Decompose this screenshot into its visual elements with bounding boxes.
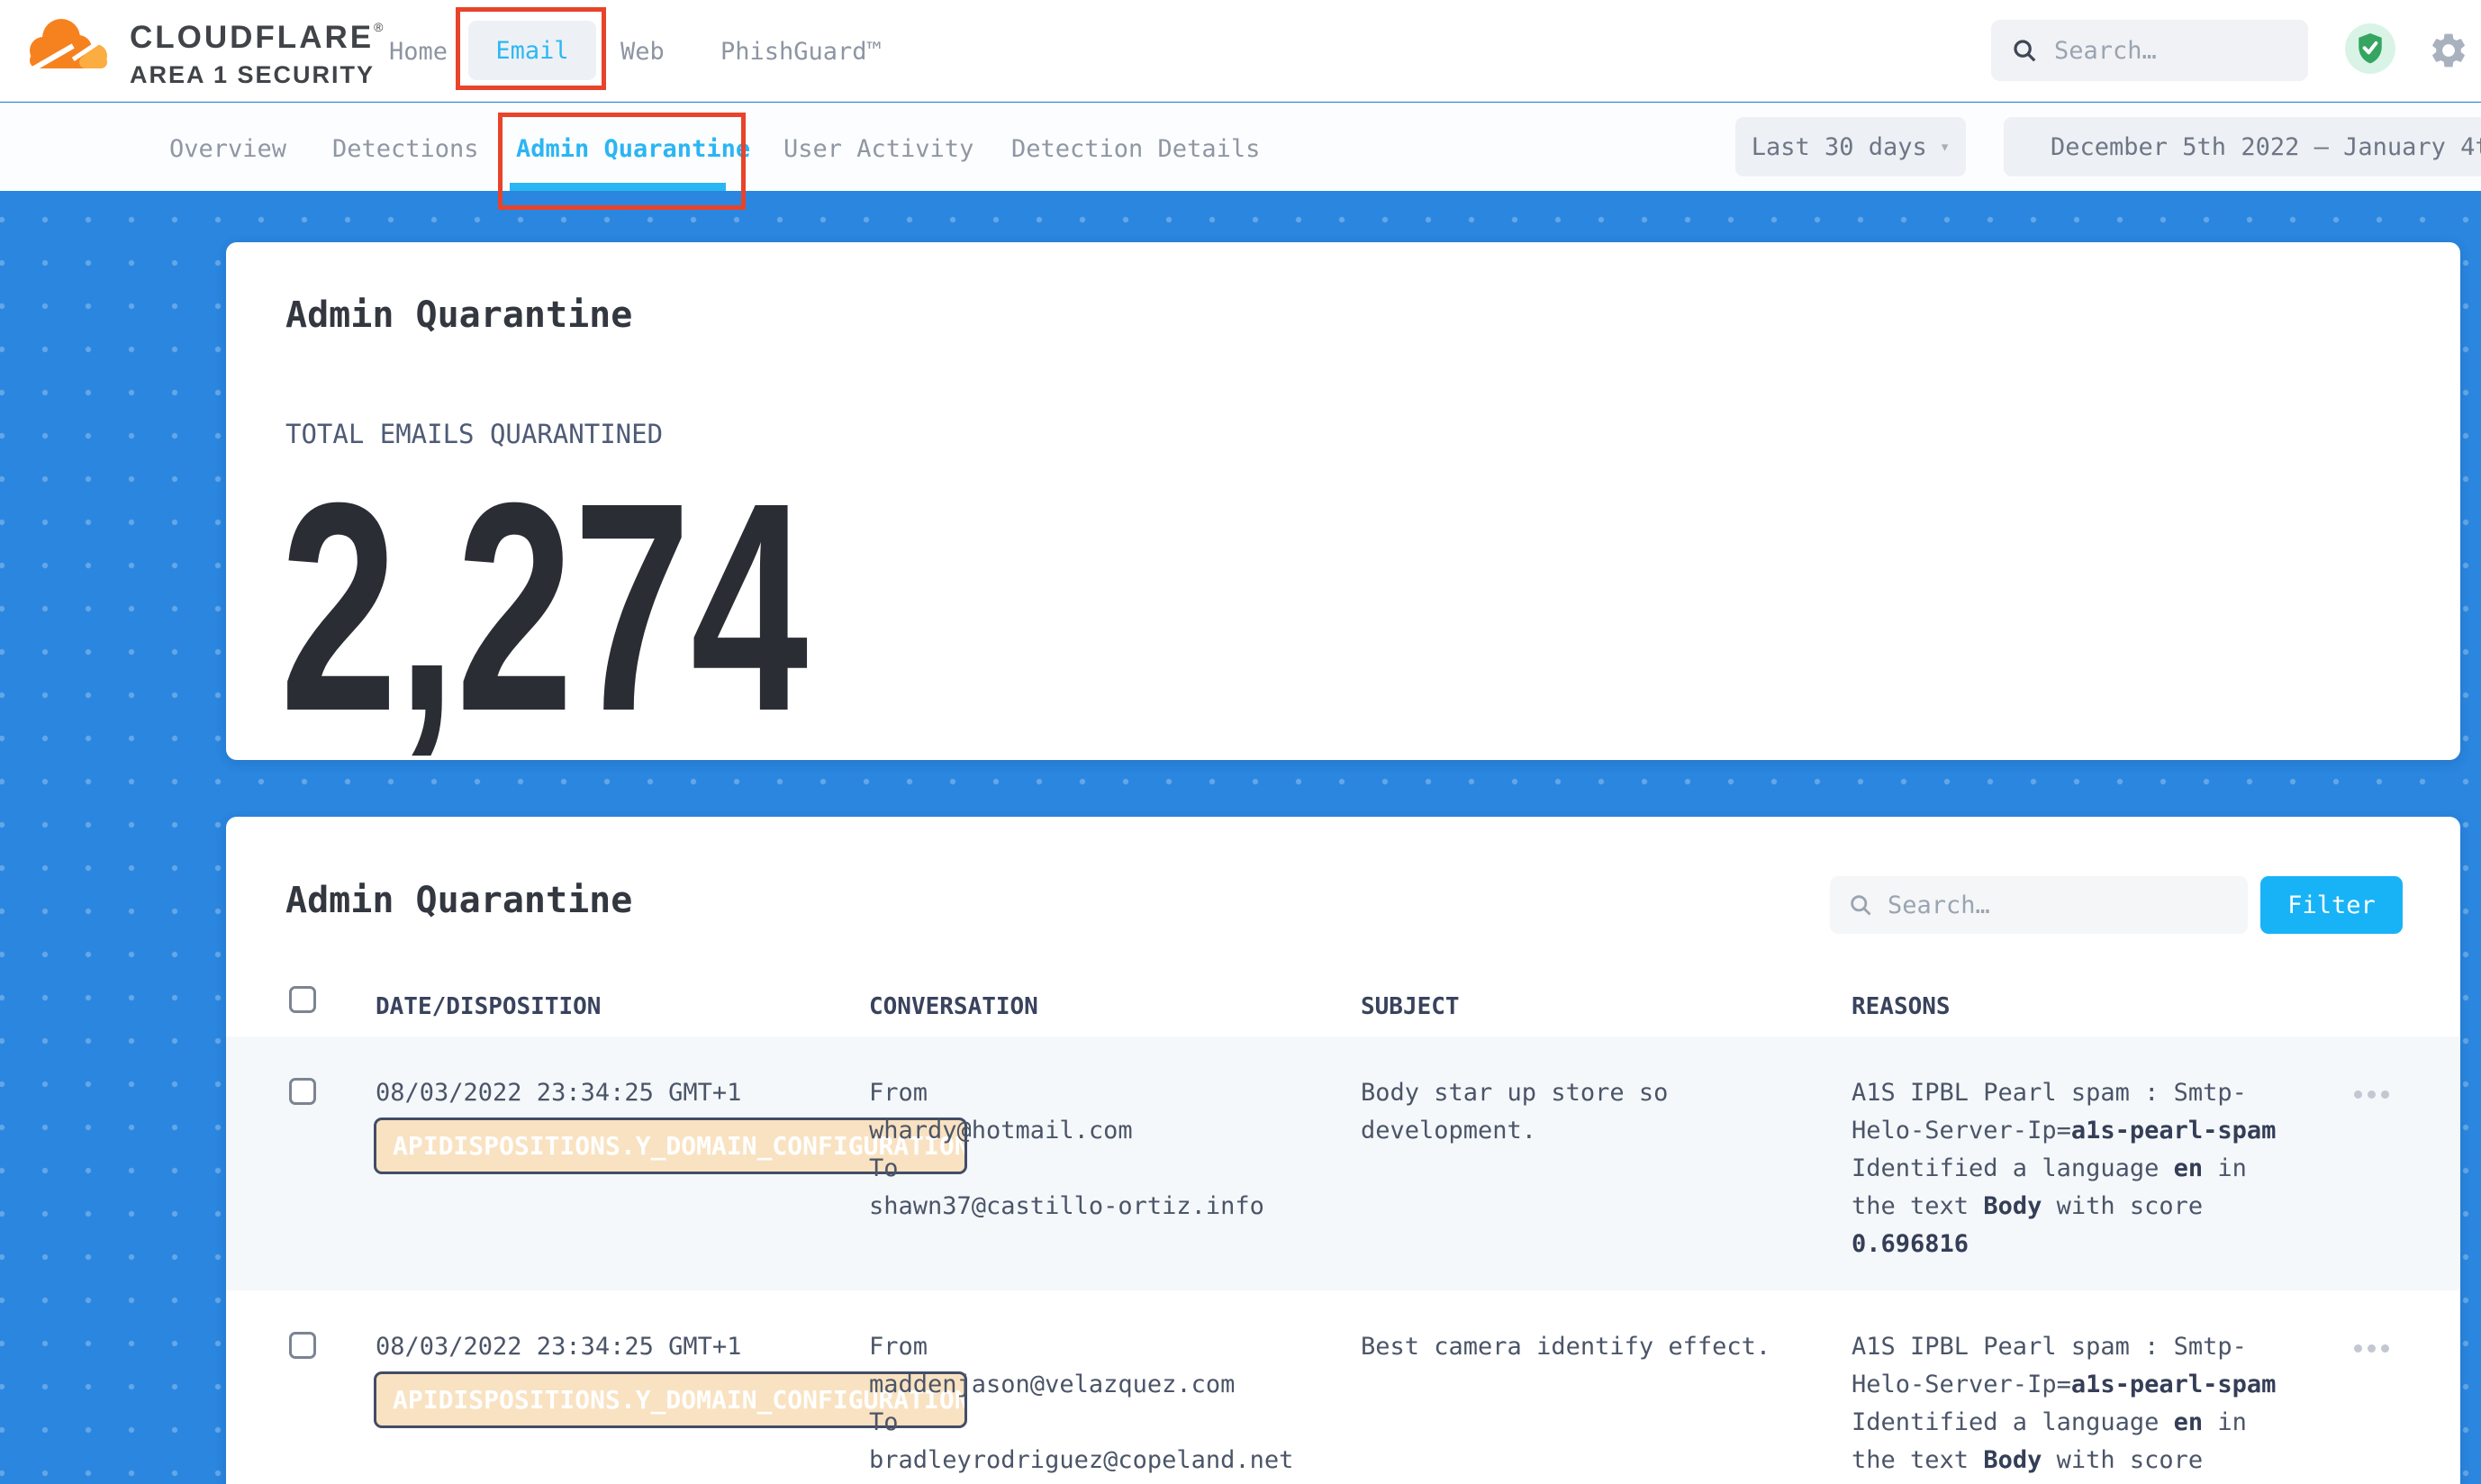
ellipsis-dot	[2354, 1090, 2362, 1099]
total-quarantined-value: 2,274	[280, 458, 808, 756]
top-header: CLOUDFLARE® AREA 1 SECURITY Home Email W…	[0, 0, 2481, 102]
from-label: From	[869, 1328, 1346, 1366]
tab-user-activity[interactable]: User Activity	[783, 135, 973, 163]
nav-item-phishguard[interactable]: PhishGuard™	[720, 38, 882, 66]
cloudflare-cloud-icon	[23, 13, 110, 77]
chevron-down-icon: ▾	[1940, 137, 1950, 157]
row-checkbox[interactable]	[289, 1332, 316, 1359]
row-conversation: From maddenjason@velazquez.com To bradle…	[869, 1328, 1346, 1479]
ellipsis-dot	[2381, 1090, 2389, 1099]
ellipsis-dot	[2381, 1344, 2389, 1353]
cloudflare-logo[interactable]: CLOUDFLARE® AREA 1 SECURITY	[23, 11, 366, 92]
ellipsis-dot	[2354, 1344, 2362, 1353]
row-reasons: A1S IPBL Pearl spam : Smtp-Helo-Server-I…	[1852, 1328, 2297, 1484]
dashboard-canvas: Admin Quarantine TOTAL EMAILS QUARANTINE…	[0, 191, 2481, 1484]
table-row: 08/03/2022 23:34:25 GMT+1 APIDISPOSITION…	[226, 1036, 2460, 1290]
search-icon	[2011, 37, 2038, 64]
table-row: 08/03/2022 23:34:25 GMT+1 APIDISPOSITION…	[226, 1290, 2460, 1484]
row-subject: Best camera identify effect.	[1361, 1328, 1806, 1366]
ellipsis-dot	[2368, 1344, 2376, 1353]
tab-detections[interactable]: Detections	[332, 135, 479, 163]
row-reasons: A1S IPBL Pearl spam : Smtp-Helo-Server-I…	[1852, 1074, 2297, 1263]
gear-icon	[2428, 30, 2469, 71]
tab-detection-details[interactable]: Detection Details	[1011, 135, 1260, 163]
row-conversation: From whardy@hotmail.com To shawn37@casti…	[869, 1074, 1346, 1226]
email-subnav: Overview Detections Admin Quarantine Use…	[0, 103, 2481, 191]
active-tab-underline	[510, 183, 726, 191]
column-header-reasons: REASONS	[1852, 993, 1951, 1020]
tab-overview[interactable]: Overview	[169, 135, 286, 163]
row-actions-menu[interactable]	[2347, 1337, 2396, 1360]
global-search-input[interactable]	[2054, 37, 2288, 65]
date-range-label: December 5th 2022 — January 4th 2023	[2051, 133, 2481, 161]
from-address[interactable]: whardy@hotmail.com	[869, 1112, 1346, 1150]
brand-registered-mark: ®	[374, 20, 383, 34]
ellipsis-dot	[2368, 1090, 2376, 1099]
column-header-conversation: CONVERSATION	[869, 993, 1038, 1020]
select-all-checkbox[interactable]	[289, 986, 316, 1013]
period-dropdown-label: Last 30 days	[1752, 133, 1927, 161]
nav-item-email-label: Email	[495, 37, 568, 65]
table-search-input[interactable]	[1888, 891, 2194, 919]
brand-name: CLOUDFLARE	[130, 20, 374, 55]
from-label: From	[869, 1074, 1346, 1112]
column-header-subject: SUBJECT	[1361, 993, 1460, 1020]
search-icon	[1848, 892, 1873, 918]
quarantine-table-card: Admin Quarantine Filter DATE/DISPOSITION…	[226, 817, 2460, 1484]
table-card-title: Admin Quarantine	[285, 880, 632, 921]
global-search[interactable]	[1991, 20, 2308, 81]
brand-subtitle: AREA 1 SECURITY	[130, 61, 383, 89]
to-address[interactable]: bradleyrodriguez@copeland.net	[869, 1442, 1346, 1479]
column-header-date-disposition: DATE/DISPOSITION	[376, 993, 601, 1020]
row-checkbox[interactable]	[289, 1078, 316, 1105]
shield-check-icon	[2355, 32, 2386, 66]
row-actions-menu[interactable]	[2347, 1083, 2396, 1106]
protection-status-badge[interactable]	[2345, 23, 2395, 74]
settings-button[interactable]	[2428, 30, 2469, 71]
period-dropdown[interactable]: Last 30 days ▾	[1735, 117, 1966, 176]
to-label: To	[869, 1150, 1346, 1188]
row-subject: Body star up store so development.	[1361, 1074, 1806, 1150]
summary-card-title: Admin Quarantine	[285, 294, 632, 336]
table-search[interactable]	[1830, 876, 2248, 934]
date-range-control[interactable]: December 5th 2022 — January 4th 2023	[2004, 117, 2481, 176]
nav-item-web[interactable]: Web	[620, 38, 665, 66]
filter-button[interactable]: Filter	[2260, 876, 2403, 934]
row-date: 08/03/2022 23:34:25 GMT+1	[376, 1328, 741, 1366]
cloudflare-wordmark: CLOUDFLARE® AREA 1 SECURITY	[130, 20, 383, 89]
summary-card: Admin Quarantine TOTAL EMAILS QUARANTINE…	[226, 242, 2460, 760]
row-date: 08/03/2022 23:34:25 GMT+1	[376, 1074, 741, 1112]
page: CLOUDFLARE® AREA 1 SECURITY Home Email W…	[0, 0, 2481, 1484]
to-label: To	[869, 1404, 1346, 1442]
from-address[interactable]: maddenjason@velazquez.com	[869, 1366, 1346, 1404]
nav-item-email[interactable]: Email	[468, 21, 596, 80]
nav-item-home[interactable]: Home	[389, 38, 448, 66]
to-address[interactable]: shawn37@castillo-ortiz.info	[869, 1188, 1346, 1226]
tab-admin-quarantine[interactable]: Admin Quarantine	[516, 135, 750, 163]
